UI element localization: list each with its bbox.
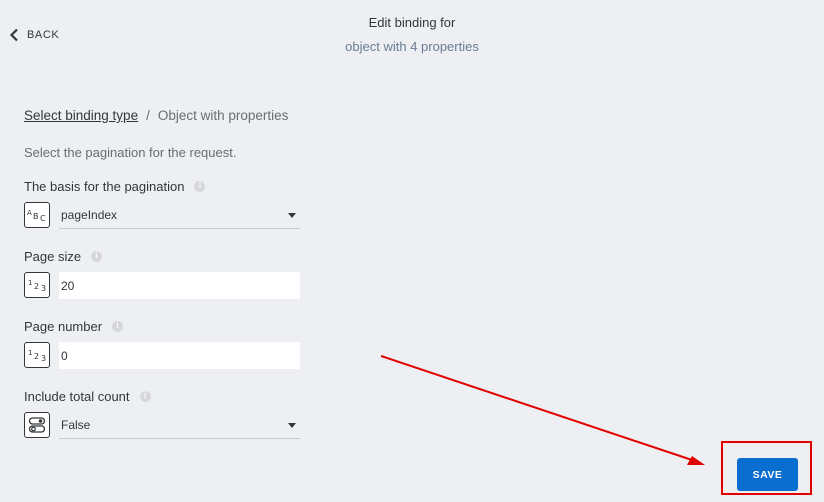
save-button[interactable]: SAVE: [737, 458, 798, 491]
total-count-select-value: False: [61, 418, 91, 432]
breadcrumb-current: Object with properties: [157, 108, 289, 123]
svg-text:3: 3: [41, 284, 46, 293]
breadcrumb-separator: /: [146, 108, 150, 123]
number-icon: 1 2 3: [24, 342, 50, 368]
breadcrumb: Select binding type / Object with proper…: [24, 108, 288, 123]
breadcrumb-link-select-binding-type[interactable]: Select binding type: [24, 108, 138, 123]
info-icon[interactable]: i: [112, 321, 124, 332]
field-label-total-count: Include total count i: [24, 389, 151, 404]
page-size-input[interactable]: [59, 272, 300, 299]
basis-select[interactable]: pageIndex: [59, 201, 300, 229]
page-title: Edit binding for: [368, 15, 456, 30]
field-label-page-size: Page size i: [24, 249, 103, 264]
svg-text:2: 2: [34, 352, 39, 361]
svg-text:1: 1: [28, 349, 32, 357]
field-label-page-number: Page number i: [24, 319, 124, 334]
basis-label: The basis for the pagination: [24, 179, 185, 194]
caret-down-icon: [288, 213, 296, 218]
info-icon[interactable]: i: [91, 251, 103, 262]
info-icon[interactable]: i: [139, 391, 151, 402]
svg-text:1: 1: [28, 279, 32, 287]
svg-text:C: C: [40, 214, 46, 223]
number-icon: 1 2 3: [24, 272, 50, 298]
page-subtitle: object with 4 properties: [345, 39, 479, 54]
svg-text:2: 2: [34, 282, 39, 291]
field-label-basis: The basis for the pagination i: [24, 179, 206, 194]
svg-text:A: A: [27, 209, 32, 217]
caret-down-icon: [288, 423, 296, 428]
svg-text:3: 3: [41, 354, 46, 363]
toggle-boolean-icon: [24, 412, 50, 438]
info-icon[interactable]: i: [194, 181, 206, 192]
total-count-select[interactable]: False: [59, 411, 300, 439]
page-number-label: Page number: [24, 319, 103, 334]
total-count-label: Include total count: [24, 389, 130, 404]
abc-text-icon: A B C: [24, 202, 50, 228]
page-number-input[interactable]: [59, 342, 300, 369]
page-size-label: Page size: [24, 249, 82, 264]
basis-select-value: pageIndex: [61, 208, 118, 222]
description-text: Select the pagination for the request.: [24, 145, 237, 160]
svg-text:B: B: [33, 212, 39, 221]
page-header: BACK Edit binding for object with 4 prop…: [0, 0, 824, 70]
